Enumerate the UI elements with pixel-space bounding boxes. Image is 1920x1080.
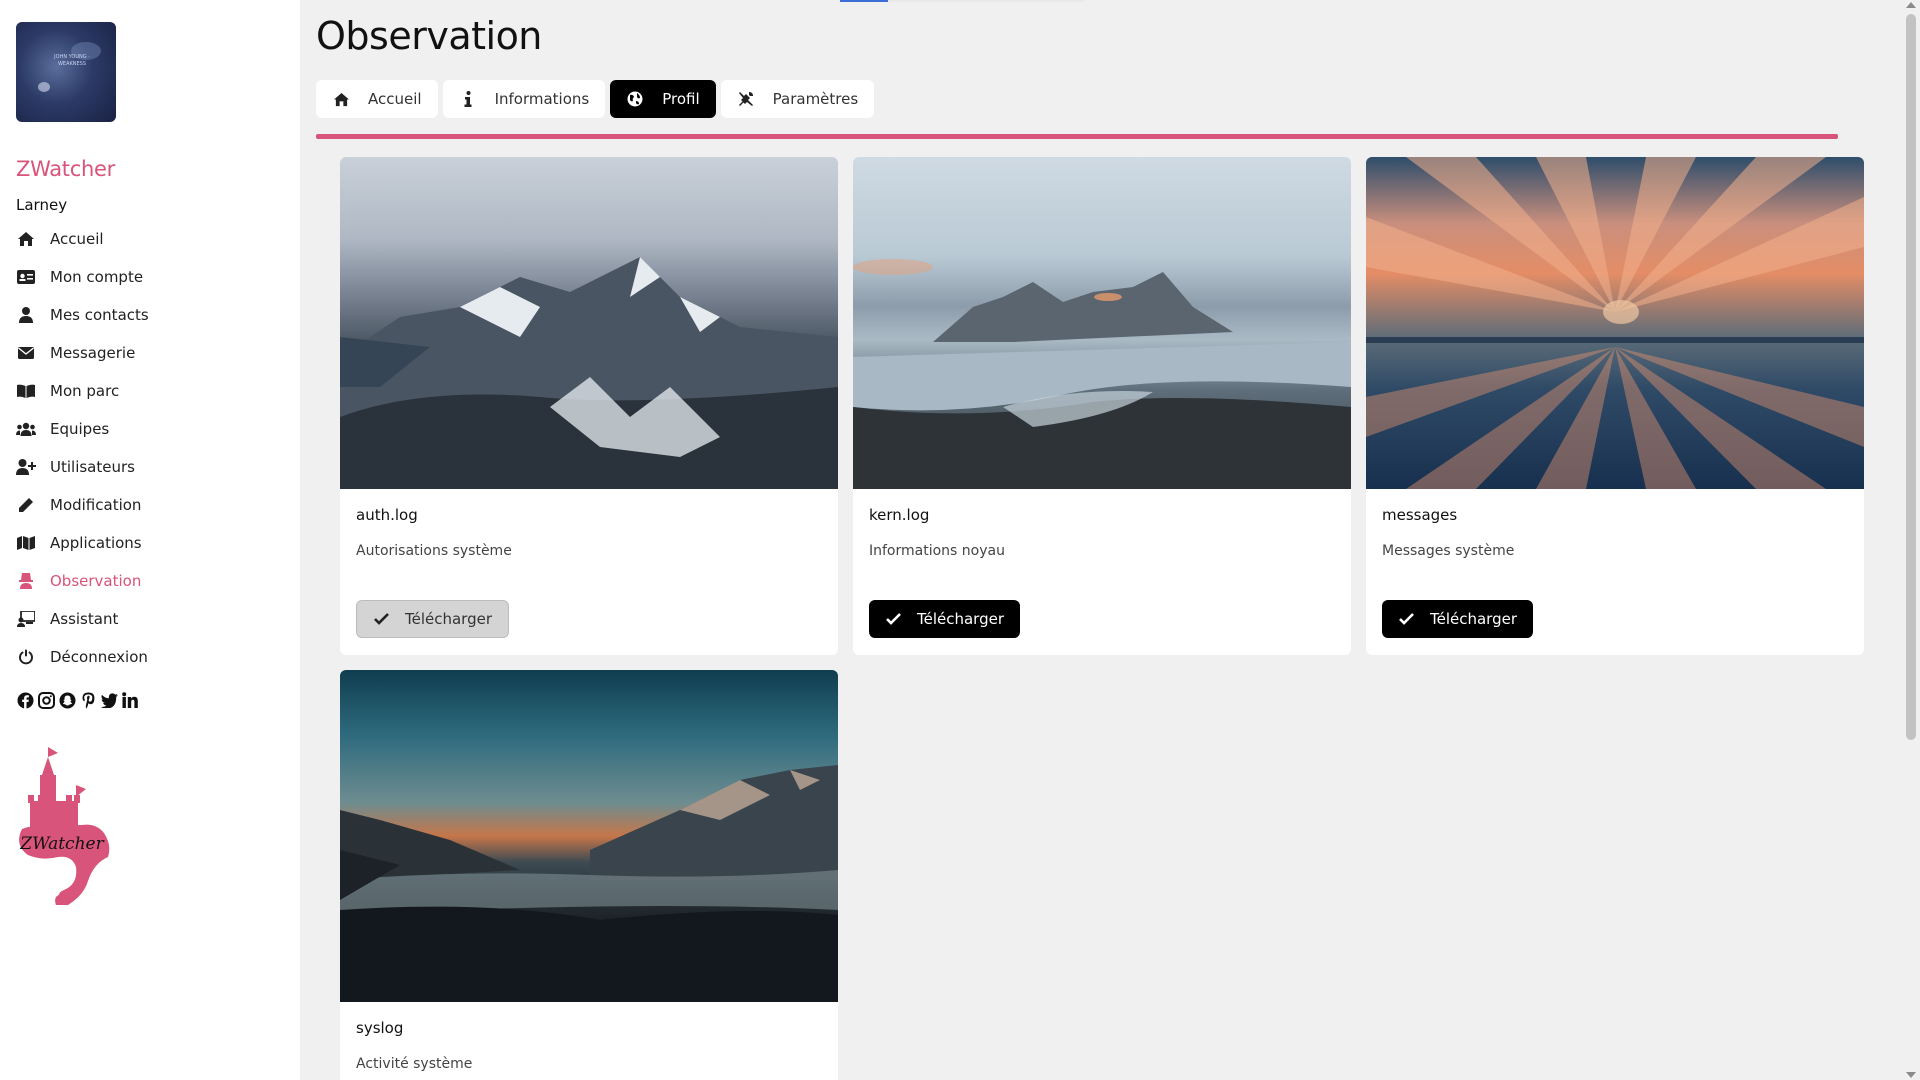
sidebar-item-label: Messagerie xyxy=(50,344,136,362)
power-icon xyxy=(16,647,36,667)
card-description: Informations noyau xyxy=(869,543,1005,559)
sidebar-item-messagerie[interactable]: Messagerie xyxy=(16,334,286,372)
linkedin-icon[interactable] xyxy=(121,691,139,709)
sidebar-item-applications[interactable]: Applications xyxy=(16,524,286,562)
tab-parametres[interactable]: Paramètres xyxy=(720,80,875,118)
log-card-messages: messages Messages système Télécharger xyxy=(1366,157,1864,655)
card-title: syslog xyxy=(356,1019,404,1037)
sidebar-item-utilisateurs[interactable]: Utilisateurs xyxy=(16,448,286,486)
tools-icon xyxy=(737,90,755,108)
page-scrollbar[interactable] xyxy=(1900,0,1920,1080)
tab-accueil[interactable]: Accueil xyxy=(316,80,438,118)
observation-icon xyxy=(16,571,36,591)
card-title: messages xyxy=(1382,506,1458,524)
top-progress-bar xyxy=(840,0,1084,2)
sidebar-item-label: Applications xyxy=(50,534,142,552)
social-links xyxy=(16,691,139,709)
snapchat-icon[interactable] xyxy=(58,691,76,709)
user-icon xyxy=(16,305,36,325)
logo-text: ZWatcher xyxy=(19,834,104,854)
download-button[interactable]: Télécharger xyxy=(356,600,510,638)
sidebar-item-label: Equipes xyxy=(50,420,110,438)
avatar-figure xyxy=(38,82,50,92)
globe-icon xyxy=(626,90,644,108)
user-plus-icon xyxy=(16,457,36,477)
scroll-up-arrow[interactable] xyxy=(1906,2,1916,8)
card-image-beach xyxy=(853,157,1351,489)
check-icon xyxy=(885,611,901,627)
zwatcher-logo[interactable]: ZWatcher xyxy=(12,745,112,905)
card-image-mountains xyxy=(340,157,838,489)
card-image-sunset xyxy=(1366,157,1864,489)
tab-bar: Accueil Informations Profil Paramètres xyxy=(316,80,875,118)
avatar[interactable]: JOHN YOUNG · WEAKNESS xyxy=(16,22,116,122)
twitter-icon[interactable] xyxy=(100,691,118,709)
sidebar-item-label: Utilisateurs xyxy=(50,458,135,476)
download-button[interactable]: Télécharger xyxy=(869,600,1021,638)
sidebar-item-label: Assistant xyxy=(50,610,119,628)
sidebar-item-label: Déconnexion xyxy=(50,648,148,666)
download-button-label: Télécharger xyxy=(405,610,493,628)
tab-informations[interactable]: Informations xyxy=(442,80,606,118)
sidebar-item-deconnexion[interactable]: Déconnexion xyxy=(16,638,286,676)
sidebar-item-mes-contacts[interactable]: Mes contacts xyxy=(16,296,286,334)
log-card-auth: auth.log Autorisations système Télécharg… xyxy=(340,157,838,655)
sidebar-item-label: Mes contacts xyxy=(50,306,149,324)
instagram-icon[interactable] xyxy=(37,691,55,709)
users-icon xyxy=(16,419,36,439)
card-image-valley xyxy=(340,670,838,1002)
log-card-kern: kern.log Informations noyau Télécharger xyxy=(853,157,1351,655)
top-progress-fill xyxy=(840,0,888,2)
sidebar-item-mon-parc[interactable]: Mon parc xyxy=(16,372,286,410)
page-title: Observation xyxy=(316,14,542,58)
scroll-down-arrow[interactable] xyxy=(1906,1072,1916,1078)
sidebar-item-label: Accueil xyxy=(50,230,104,248)
sidebar-item-observation[interactable]: Observation xyxy=(16,562,286,600)
scrollbar-thumb[interactable] xyxy=(1906,14,1916,740)
sidebar: JOHN YOUNG · WEAKNESS ZWatcher Larney Ac… xyxy=(0,0,300,1080)
tab-profil[interactable]: Profil xyxy=(610,80,716,118)
tab-label: Paramètres xyxy=(772,90,859,108)
tab-label: Informations xyxy=(494,90,590,108)
tab-label: Profil xyxy=(662,90,700,108)
card-title: auth.log xyxy=(356,506,418,524)
card-description: Autorisations système xyxy=(356,543,512,559)
sidebar-item-equipes[interactable]: Equipes xyxy=(16,410,286,448)
download-button-label: Télécharger xyxy=(1430,610,1518,628)
username: Larney xyxy=(16,196,68,214)
accent-divider xyxy=(316,134,1838,139)
card-description: Activité système xyxy=(356,1056,473,1072)
card-description: Messages système xyxy=(1382,543,1515,559)
pencil-icon xyxy=(16,495,36,515)
card-title: kern.log xyxy=(869,506,930,524)
home-icon xyxy=(332,90,350,108)
sidebar-item-modification[interactable]: Modification xyxy=(16,486,286,524)
sidebar-nav: Accueil Mon compte Mes contacts Messager… xyxy=(16,220,286,676)
book-icon xyxy=(16,381,36,401)
sidebar-item-accueil[interactable]: Accueil xyxy=(16,220,286,258)
avatar-text: JOHN YOUNG · WEAKNESS xyxy=(54,54,90,67)
log-card-syslog: syslog Activité système xyxy=(340,670,838,1080)
pinterest-icon[interactable] xyxy=(79,691,97,709)
sidebar-item-assistant[interactable]: Assistant xyxy=(16,600,286,638)
sidebar-item-label: Observation xyxy=(50,572,142,590)
info-icon xyxy=(459,90,477,108)
sidebar-item-label: Modification xyxy=(50,496,142,514)
sidebar-item-label: Mon compte xyxy=(50,268,144,286)
sidebar-item-mon-compte[interactable]: Mon compte xyxy=(16,258,286,296)
id-card-icon xyxy=(16,267,36,287)
assistant-icon xyxy=(16,609,36,629)
sidebar-item-label: Mon parc xyxy=(50,382,120,400)
map-icon xyxy=(16,533,36,553)
tab-label: Accueil xyxy=(368,90,422,108)
check-icon xyxy=(373,611,389,627)
facebook-icon[interactable] xyxy=(16,691,34,709)
download-button-label: Télécharger xyxy=(917,610,1005,628)
check-icon xyxy=(1398,611,1414,627)
brand-name: ZWatcher xyxy=(16,157,115,181)
envelope-icon xyxy=(16,343,36,363)
home-icon xyxy=(16,229,36,249)
download-button[interactable]: Télécharger xyxy=(1382,600,1534,638)
